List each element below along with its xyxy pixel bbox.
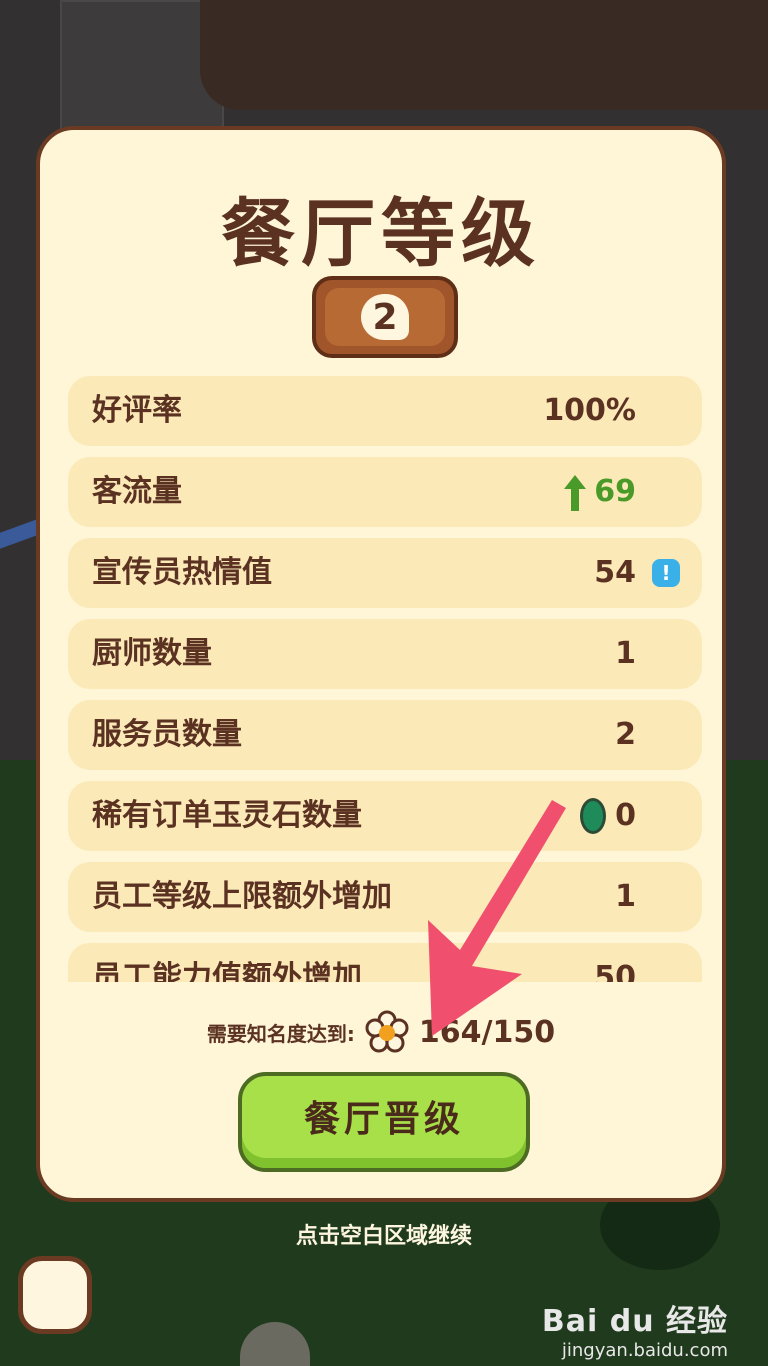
- stat-label: 稀有订单玉灵石数量: [92, 798, 362, 833]
- gem-icon: [580, 798, 606, 834]
- stat-label: 好评率: [92, 393, 182, 428]
- stat-label: 厨师数量: [92, 636, 212, 671]
- stat-label: 客流量: [92, 474, 182, 509]
- stat-value: 0: [615, 798, 636, 833]
- watermark-url: jingyan.baidu.com: [561, 1340, 728, 1361]
- restaurant-level-panel: 餐厅等级 2 好评率 100% 客流量 69 宣传员热情值 54 ! 厨师数量 …: [36, 126, 726, 1202]
- stat-value: 50: [594, 960, 636, 982]
- stat-value: 1: [615, 879, 636, 914]
- watermark-brand: Bai du 经验: [541, 1304, 728, 1339]
- stat-value: 2: [615, 717, 636, 752]
- stat-value: 54: [594, 555, 636, 590]
- upgrade-button[interactable]: 餐厅晋级: [238, 1072, 530, 1172]
- stat-label: 宣传员热情值: [92, 555, 272, 590]
- requirement-value: 164/150: [418, 1014, 556, 1050]
- stat-row-staff-level: 员工等级上限额外增加 1: [68, 862, 702, 932]
- stat-value: 1: [615, 636, 636, 671]
- watermark: Bai du 经验 jingyan.baidu.com: [542, 1296, 728, 1361]
- stats-list[interactable]: 好评率 100% 客流量 69 宣传员热情值 54 ! 厨师数量 1 服务员数量…: [68, 376, 702, 982]
- stat-row-traffic: 客流量 69: [68, 457, 702, 527]
- requirement: 需要知名度达到: 164/150: [40, 1010, 722, 1054]
- stat-row-promoter: 宣传员热情值 54 !: [68, 538, 702, 608]
- stat-label: 员工能力值额外增加: [92, 960, 362, 982]
- requirement-label: 需要知名度达到:: [206, 1021, 355, 1046]
- bird-level-icon: 2: [325, 288, 445, 346]
- stat-row-waiters: 服务员数量 2: [68, 700, 702, 770]
- stat-row-chefs: 厨师数量 1: [68, 619, 702, 689]
- background-roof: [200, 0, 768, 110]
- panel-title: 餐厅等级: [221, 191, 541, 277]
- flower-icon: [365, 1010, 409, 1053]
- stat-label: 服务员数量: [92, 717, 242, 752]
- stat-row-rating: 好评率 100%: [68, 376, 702, 446]
- level-badge: 2: [312, 276, 458, 358]
- continue-hint[interactable]: 点击空白区域继续: [0, 1218, 768, 1250]
- stat-label: 员工等级上限额外增加: [92, 879, 392, 914]
- arrow-up-icon: [564, 475, 586, 511]
- info-icon[interactable]: !: [652, 559, 680, 587]
- stat-row-staff-ability: 员工能力值额外增加 50: [68, 943, 702, 982]
- stat-row-gems: 稀有订单玉灵石数量 0: [68, 781, 702, 851]
- back-icon[interactable]: [18, 1256, 92, 1334]
- stat-value: 69: [594, 474, 636, 509]
- level-number: 2: [361, 294, 409, 340]
- stat-value: 100%: [543, 393, 636, 428]
